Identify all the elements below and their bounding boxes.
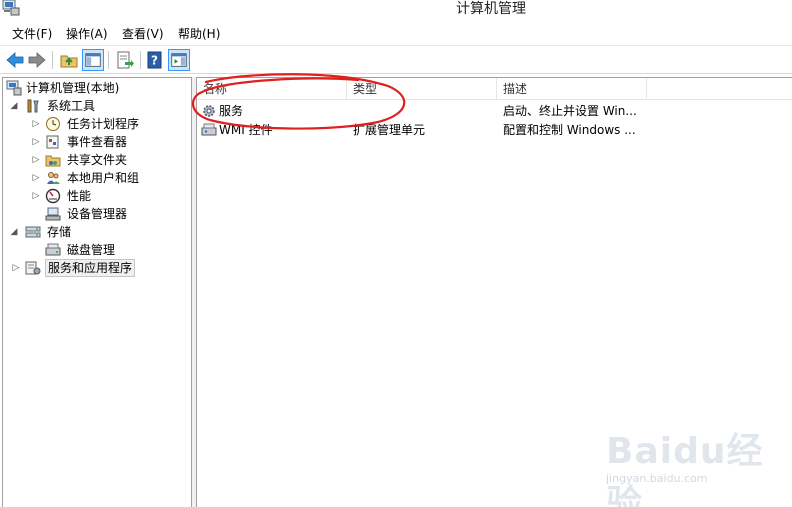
title-bar: 计算机管理 <box>0 0 792 22</box>
show-hide-action-pane-icon[interactable] <box>168 49 190 71</box>
storage-icon <box>25 226 41 238</box>
list-cell-type: 扩展管理单元 <box>353 123 426 137</box>
menu-view[interactable]: 查看(V) <box>122 26 164 42</box>
menu-bar: 文件(F) 操作(A) 查看(V) 帮助(H) <box>0 22 792 46</box>
show-hide-console-tree-icon[interactable] <box>82 49 104 71</box>
tree-item-label: 共享文件夹 <box>67 153 128 167</box>
device-manager-icon <box>45 207 61 221</box>
expand-arrow-icon[interactable]: ▷ <box>31 118 41 130</box>
tree-item-task-scheduler[interactable]: ▷ 任务计划程序 <box>3 115 191 133</box>
list-item-services[interactable]: 服务 启动、终止并设置 Win... <box>197 102 792 121</box>
tree-item-services-applications[interactable]: ▷ 服务和应用程序 <box>3 259 191 277</box>
tree-item-root[interactable]: 计算机管理(本地) <box>3 79 191 97</box>
svg-text:?: ? <box>151 54 158 68</box>
tree-item-shared-folders[interactable]: ▷ 共享文件夹 <box>3 151 191 169</box>
services-apps-icon <box>25 261 41 275</box>
results-pane[interactable]: 名称 类型 描述 服务 启动、终止并设置 Win... WMI 控件 扩展管理单… <box>196 77 792 507</box>
tree-item-storage[interactable]: ◢ 存储 <box>3 223 191 241</box>
column-header-name[interactable]: 名称 <box>197 78 347 100</box>
menu-action[interactable]: 操作(A) <box>66 26 108 42</box>
back-arrow-icon[interactable] <box>4 49 26 71</box>
shared-folder-icon <box>45 155 61 167</box>
tree-item-label: 性能 <box>67 189 92 203</box>
tree-item-label: 系统工具 <box>47 99 96 113</box>
toolbar: ? <box>0 46 792 74</box>
expand-arrow-icon[interactable]: ▷ <box>31 172 41 184</box>
expand-arrow-icon[interactable]: ▷ <box>11 262 21 274</box>
computer-management-icon <box>6 80 22 96</box>
list-cell-description: 启动、终止并设置 Win... <box>503 104 637 118</box>
tree-item-performance[interactable]: ▷ 性能 <box>3 187 191 205</box>
disk-icon <box>45 243 61 256</box>
collapse-arrow-icon[interactable]: ◢ <box>9 100 19 112</box>
performance-icon <box>45 188 61 204</box>
expand-arrow-icon[interactable]: ▷ <box>31 154 41 166</box>
tree-item-label: 计算机管理(本地) <box>26 81 120 95</box>
event-viewer-icon <box>46 135 59 149</box>
toolbar-separator <box>52 51 53 69</box>
tree-item-label: 服务和应用程序 <box>45 259 136 277</box>
up-folder-icon[interactable] <box>58 49 80 71</box>
list-cell-name: 服务 <box>219 104 244 118</box>
tree-item-system-tools[interactable]: ◢ 系统工具 <box>3 97 191 115</box>
toolbar-separator <box>140 51 141 69</box>
window-title: 计算机管理 <box>456 1 526 17</box>
list-item-wmi-control[interactable]: WMI 控件 扩展管理单元 配置和控制 Windows ... <box>197 121 792 140</box>
collapse-arrow-icon[interactable]: ◢ <box>9 226 19 238</box>
clock-icon <box>46 117 60 131</box>
console-tree[interactable]: 计算机管理(本地) ◢ 系统工具 ▷ 任务计划程序 ▷ 事件查看器 ▷ 共享文件… <box>2 77 192 507</box>
column-header-description[interactable]: 描述 <box>497 78 647 100</box>
column-header-type[interactable]: 类型 <box>347 78 497 100</box>
forward-arrow-icon[interactable] <box>26 49 48 71</box>
tree-item-label: 存储 <box>47 225 72 239</box>
tree-item-label: 设备管理器 <box>67 207 128 221</box>
list-header: 名称 类型 描述 <box>197 78 792 100</box>
tree-item-event-viewer[interactable]: ▷ 事件查看器 <box>3 133 191 151</box>
tree-item-local-users-groups[interactable]: ▷ 本地用户和组 <box>3 169 191 187</box>
help-icon[interactable]: ? <box>144 49 166 71</box>
tree-item-label: 任务计划程序 <box>67 117 140 131</box>
list-cell-name: WMI 控件 <box>219 123 273 137</box>
menu-file[interactable]: 文件(F) <box>12 26 52 42</box>
tree-item-label: 本地用户和组 <box>67 171 140 185</box>
expand-arrow-icon[interactable]: ▷ <box>31 136 41 148</box>
export-list-icon[interactable] <box>114 49 136 71</box>
toolbar-separator <box>108 51 109 69</box>
menu-help[interactable]: 帮助(H) <box>178 26 220 42</box>
tree-item-disk-management[interactable]: 磁盘管理 <box>3 241 191 259</box>
tree-item-label: 事件查看器 <box>67 135 128 149</box>
tree-item-device-manager[interactable]: 设备管理器 <box>3 205 191 223</box>
column-header-empty <box>647 78 792 100</box>
list-cell-description: 配置和控制 Windows ... <box>503 123 636 137</box>
tools-icon <box>27 99 39 113</box>
expand-arrow-icon[interactable]: ▷ <box>31 190 41 202</box>
users-icon <box>47 172 60 184</box>
tree-item-label: 磁盘管理 <box>67 243 116 257</box>
